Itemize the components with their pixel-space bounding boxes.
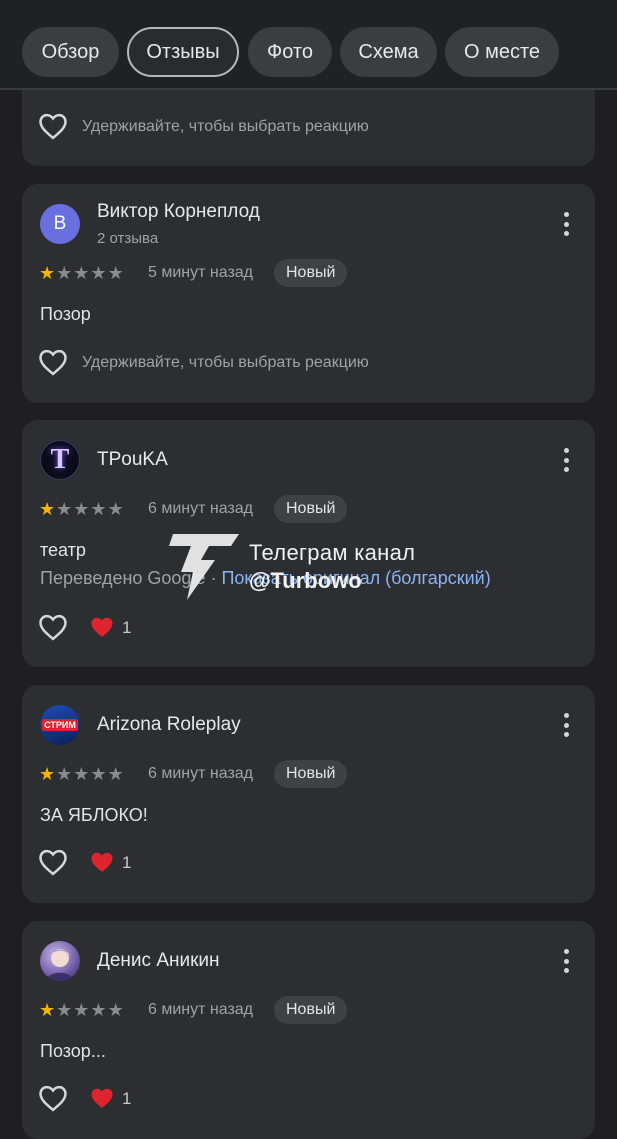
tab-about[interactable]: О месте	[445, 27, 559, 77]
review-text: ЗА ЯБЛОКО!	[40, 805, 148, 825]
avatar[interactable]: T	[40, 440, 80, 480]
avatar[interactable]	[40, 941, 80, 981]
new-badge: Новый	[274, 760, 348, 788]
new-badge: Новый	[274, 495, 348, 523]
watermark: Телеграм канал @Turbowo	[165, 530, 465, 605]
star-rating: ★ ★ ★ ★ ★	[39, 764, 124, 784]
new-badge: Новый	[274, 996, 348, 1024]
author-review-count: 2 отзыва	[97, 230, 159, 247]
heart-outline-icon[interactable]	[38, 1084, 68, 1112]
star-rating: ★ ★ ★ ★ ★	[39, 499, 124, 519]
anime-avatar-icon	[46, 949, 74, 981]
tab-overview[interactable]: Обзор	[22, 27, 119, 77]
reaction-hint: Удерживайте, чтобы выбрать реакцию	[82, 118, 369, 135]
review-card: СТРИМ Arizona Roleplay ★ ★ ★ ★ ★ 6 минут наз…	[22, 685, 595, 903]
review-card: В Виктор Корнеплод 2 отзыва ★ ★ ★ ★ ★ 5 мину…	[22, 184, 595, 403]
review-author[interactable]: Денис Аникин	[97, 950, 220, 972]
avatar-letter: T	[50, 444, 70, 475]
heart-outline-icon[interactable]	[38, 348, 68, 376]
tab-scheme[interactable]: Схема	[340, 27, 437, 77]
heart-outline-icon[interactable]	[38, 112, 68, 140]
reaction-count: 1	[122, 853, 132, 872]
tab-photos[interactable]: Фото	[248, 27, 332, 77]
turbo-logo-icon	[169, 534, 239, 600]
review-time: 6 минут назад	[148, 1001, 254, 1018]
reaction-count: 1	[122, 618, 132, 637]
avatar[interactable]: СТРИМ	[40, 705, 80, 745]
review-text: Позор	[40, 304, 91, 324]
watermark-title: Телеграм канал	[249, 540, 416, 565]
review-text: Позор...	[40, 1041, 106, 1061]
review-time: 5 минут назад	[148, 264, 254, 281]
review-author[interactable]: TPouKA	[97, 449, 168, 471]
review-time: 6 минут назад	[148, 765, 254, 782]
watermark-handle: @Turbowo	[249, 568, 362, 593]
star-rating: ★ ★ ★ ★ ★	[39, 263, 124, 283]
more-options-icon[interactable]	[563, 949, 569, 973]
review-text: театр	[40, 540, 86, 560]
red-heart-icon[interactable]	[90, 616, 114, 638]
red-heart-icon[interactable]	[90, 851, 114, 873]
more-options-icon[interactable]	[563, 212, 569, 236]
review-author[interactable]: Виктор Корнеплод	[97, 201, 260, 223]
avatar-badge-text: СТРИМ	[42, 719, 78, 731]
star-rating: ★ ★ ★ ★ ★	[39, 1000, 124, 1020]
review-card-partial: Удерживайте, чтобы выбрать реакцию	[22, 90, 595, 166]
review-author[interactable]: Arizona Roleplay	[97, 714, 241, 736]
avatar[interactable]: В	[40, 204, 80, 244]
review-card: Денис Аникин ★ ★ ★ ★ ★ 6 минут назад Новый П…	[22, 921, 595, 1139]
more-options-icon[interactable]	[563, 713, 569, 737]
heart-outline-icon[interactable]	[38, 613, 68, 641]
new-badge: Новый	[274, 259, 348, 287]
tab-reviews[interactable]: Отзывы	[127, 27, 239, 77]
review-time: 6 минут назад	[148, 500, 254, 517]
more-options-icon[interactable]	[563, 448, 569, 472]
avatar-letter: В	[53, 213, 67, 234]
reaction-count: 1	[122, 1089, 132, 1108]
red-heart-icon[interactable]	[90, 1087, 114, 1109]
tab-bar: Обзор Отзывы Фото Схема О месте	[0, 0, 617, 90]
heart-outline-icon[interactable]	[38, 848, 68, 876]
reaction-hint: Удерживайте, чтобы выбрать реакцию	[82, 354, 369, 371]
